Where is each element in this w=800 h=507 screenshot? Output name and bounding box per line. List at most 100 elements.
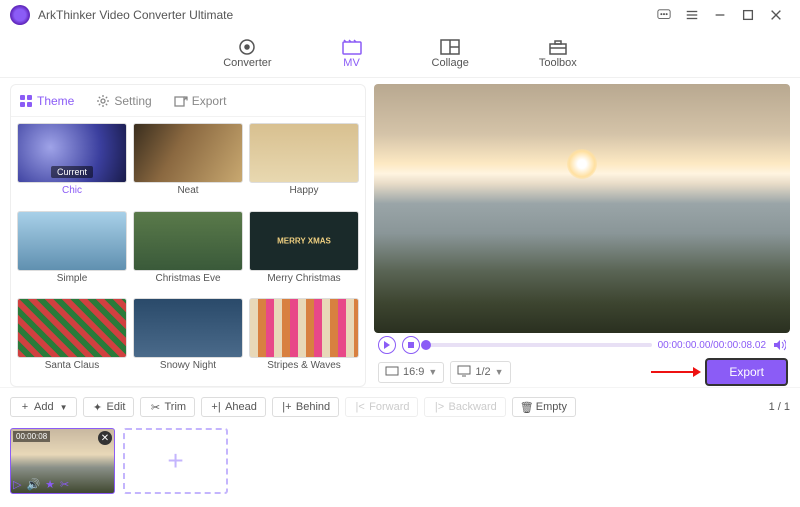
theme-thumbnail — [249, 123, 359, 183]
tab-export[interactable]: Export — [174, 94, 227, 108]
behind-icon: |+ — [281, 401, 293, 413]
sun-decoration — [567, 149, 597, 179]
arrow-annotation — [651, 365, 701, 379]
current-badge: Current — [51, 166, 93, 178]
feedback-icon[interactable] — [650, 1, 678, 29]
empty-button[interactable]: 🗑Empty — [512, 397, 576, 417]
btn-label: Ahead — [225, 401, 257, 413]
theme-thumbnail — [17, 298, 127, 358]
toolbox-icon — [548, 39, 568, 55]
btn-label: Add — [34, 401, 54, 413]
clip-delete-button[interactable]: ✕ — [98, 431, 112, 445]
clip-toolbar: +Add ▼ ✦Edit ✂Trim +|Ahead |+Behind |<For… — [10, 394, 790, 420]
trim-button[interactable]: ✂Trim — [140, 397, 195, 417]
play-icon[interactable]: ▷ — [13, 478, 21, 491]
top-nav: Converter MV Collage Toolbox — [0, 30, 800, 78]
close-button[interactable] — [762, 1, 790, 29]
page-indicator: 1 / 1 — [769, 401, 790, 413]
theme-card[interactable]: Neat — [133, 123, 243, 205]
scissors-icon: ✂ — [149, 401, 161, 413]
star-icon[interactable]: ★ — [45, 478, 55, 491]
theme-thumbnail — [133, 123, 243, 183]
player-controls: 00:00:00.00/00:00:08.02 — [374, 333, 790, 357]
export-icon — [174, 94, 188, 108]
theme-card[interactable]: Snowy Night — [133, 298, 243, 380]
theme-icon — [19, 94, 33, 108]
play-button[interactable] — [378, 336, 396, 354]
plus-icon: + — [19, 401, 31, 413]
scale-select[interactable]: 1/2 ▼ — [450, 361, 510, 384]
aspect-icon — [385, 366, 399, 379]
collage-icon — [440, 39, 460, 55]
theme-label: Neat — [177, 185, 198, 196]
scale-value: 1/2 — [475, 366, 490, 378]
nav-collage[interactable]: Collage — [432, 39, 469, 69]
ahead-icon: +| — [210, 401, 222, 413]
volume-icon[interactable] — [772, 338, 786, 352]
theme-thumbnail — [133, 211, 243, 271]
theme-card[interactable]: Santa Claus — [17, 298, 127, 380]
nav-mv[interactable]: MV — [342, 39, 362, 69]
theme-card[interactable]: Happy — [249, 123, 359, 205]
export-button[interactable]: Export — [707, 360, 786, 384]
video-preview[interactable] — [374, 84, 790, 333]
maximize-button[interactable] — [734, 1, 762, 29]
edit-button[interactable]: ✦Edit — [83, 397, 135, 417]
theme-card[interactable]: Christmas Eve — [133, 211, 243, 293]
add-clip-button[interactable]: + — [123, 428, 228, 494]
behind-button[interactable]: |+Behind — [272, 397, 339, 417]
theme-grid[interactable]: CurrentChic Neat Happy Simple Christmas EveM… — [11, 117, 365, 386]
theme-card[interactable]: Merry Christmas — [249, 211, 359, 293]
btn-label: Edit — [107, 401, 126, 413]
chevron-down-icon: ▼ — [60, 403, 68, 412]
btn-label: Empty — [536, 401, 567, 413]
theme-label: Happy — [290, 185, 319, 196]
ahead-button[interactable]: +|Ahead — [201, 397, 266, 417]
trash-icon: 🗑 — [521, 401, 533, 413]
theme-label: Snowy Night — [160, 360, 216, 371]
titlebar: ArkThinker Video Converter Ultimate — [0, 0, 800, 30]
slider-thumb[interactable] — [421, 340, 431, 350]
clip-strip: 00:00:08 ✕ ▷ 🔊 ★ ✂ + — [10, 420, 790, 494]
btn-label: Backward — [448, 401, 496, 413]
theme-thumbnail — [17, 211, 127, 271]
nav-toolbox[interactable]: Toolbox — [539, 39, 577, 69]
minimize-button[interactable] — [706, 1, 734, 29]
nav-label: Toolbox — [539, 57, 577, 69]
btn-label: Behind — [296, 401, 330, 413]
progress-slider[interactable] — [426, 343, 652, 347]
theme-thumbnail: Current — [17, 123, 127, 183]
forward-icon: |< — [354, 401, 366, 413]
app-title: ArkThinker Video Converter Ultimate — [38, 8, 233, 22]
theme-label: Simple — [57, 273, 88, 284]
clip-item[interactable]: 00:00:08 ✕ ▷ 🔊 ★ ✂ — [10, 428, 115, 494]
menu-icon[interactable] — [678, 1, 706, 29]
theme-thumbnail — [133, 298, 243, 358]
theme-card[interactable]: CurrentChic — [17, 123, 127, 205]
mv-icon — [342, 39, 362, 55]
stop-button[interactable] — [402, 336, 420, 354]
ratio-value: 16:9 — [403, 366, 424, 378]
clip-actions: ▷ 🔊 ★ ✂ — [13, 478, 69, 491]
tab-theme[interactable]: Theme — [19, 94, 74, 108]
nav-label: Collage — [432, 57, 469, 69]
nav-converter[interactable]: Converter — [223, 39, 271, 69]
tab-setting[interactable]: Setting — [96, 94, 151, 108]
nav-label: MV — [343, 57, 360, 69]
scissors-icon[interactable]: ✂ — [60, 478, 69, 491]
panel-tabs: Theme Setting Export — [11, 85, 365, 117]
theme-card[interactable]: Simple — [17, 211, 127, 293]
converter-icon — [237, 39, 257, 55]
volume-icon[interactable]: 🔊 — [26, 478, 40, 491]
tab-label: Export — [192, 94, 227, 108]
theme-label: Santa Claus — [45, 360, 99, 371]
tab-label: Theme — [37, 94, 74, 108]
app-logo — [10, 5, 30, 25]
theme-card[interactable]: Stripes & Waves — [249, 298, 359, 380]
tab-label: Setting — [114, 94, 151, 108]
chevron-down-icon: ▼ — [428, 367, 437, 377]
forward-button: |<Forward — [345, 397, 418, 417]
aspect-ratio-select[interactable]: 16:9 ▼ — [378, 362, 444, 383]
monitor-icon — [457, 365, 471, 380]
add-button[interactable]: +Add ▼ — [10, 397, 77, 417]
